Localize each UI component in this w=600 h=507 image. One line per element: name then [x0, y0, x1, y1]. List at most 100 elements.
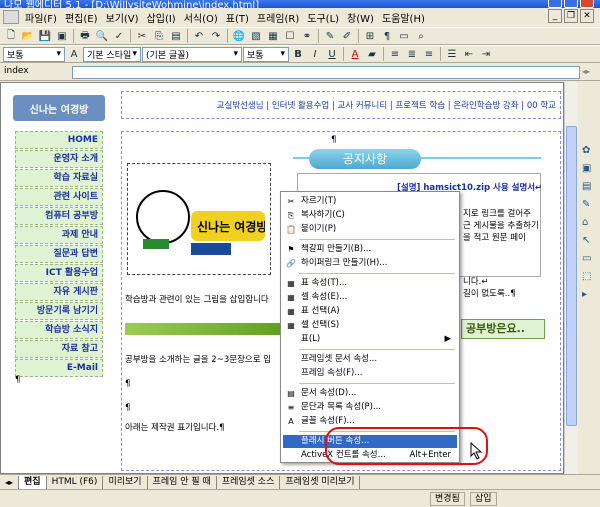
paragraph-style-select[interactable]: 보통 ▾: [3, 46, 65, 62]
font-select[interactable]: (기본 글꼴) ▾: [142, 46, 242, 62]
copy-icon: ⎘: [287, 211, 295, 220]
panel-icons[interactable]: ✿ ▣ ▤ ✎ ⌂ ↖ ▭ ⬚ ▸: [582, 142, 591, 304]
scrollbar-thumb[interactable]: [566, 126, 577, 426]
menu-item-table-select[interactable]: ▦ 표 선택(A): [283, 305, 457, 318]
undo-icon[interactable]: ↶: [191, 29, 207, 43]
print-icon[interactable]: 🖶: [77, 29, 93, 43]
tab-preview[interactable]: 미리보기: [103, 475, 148, 489]
chevron-down-icon: ▾: [132, 49, 137, 59]
link-icon[interactable]: ⚭: [299, 29, 315, 43]
context-menu: ✂ 자르기(T) ⎘ 복사하기(C) 📋 붙이기(P) ⚑ 책갈피 만들기(B)... …: [280, 191, 460, 463]
nav-item-computer[interactable]: 컴퓨터 공부방: [15, 207, 103, 225]
nav-item-guestbook[interactable]: 방문기록 남기기: [15, 302, 103, 320]
menu-item-frameset-props[interactable]: 프레임셋 문서 속성...: [283, 353, 457, 366]
font-size-select[interactable]: 보통 ▾: [243, 46, 289, 62]
menu-file[interactable]: 파일(F): [21, 10, 61, 25]
nav-item-sites[interactable]: 관련 사이트: [15, 188, 103, 206]
globe-icon[interactable]: 🌐: [231, 29, 247, 43]
menu-item-paragraph-props[interactable]: ≡ 문단과 목록 속성(P)...: [283, 401, 457, 414]
menu-item-table-submenu[interactable]: 표(L) ▶: [283, 333, 457, 346]
style-icon[interactable]: A: [66, 47, 82, 61]
underline-button[interactable]: U: [324, 47, 340, 61]
scroll-arrows-icon[interactable]: ◂▸: [582, 67, 598, 79]
text-color-button[interactable]: A: [347, 47, 363, 61]
save-all-icon[interactable]: ▣: [54, 29, 70, 43]
indent-icon[interactable]: ⇥: [478, 47, 494, 61]
menu-item-document-props[interactable]: ▤ 문서 속성(D)...: [283, 387, 457, 400]
menu-table[interactable]: 표(T): [222, 10, 253, 25]
bookmark-icon: ⚑: [287, 245, 295, 254]
menu-edit[interactable]: 편집(E): [61, 10, 102, 25]
menu-window[interactable]: 창(W): [343, 10, 378, 25]
new-file-icon[interactable]: 🗋: [3, 29, 19, 43]
menu-item-cut[interactable]: ✂ 자르기(T): [283, 195, 457, 208]
align-center-icon[interactable]: ≣: [404, 47, 420, 61]
tab-scroll-icon[interactable]: ◂▸: [0, 475, 20, 489]
menu-insert[interactable]: 삽입(I): [143, 10, 180, 25]
menu-item-frame-props[interactable]: 프레임 속성(F)...: [283, 367, 457, 380]
mdi-restore-button[interactable]: ❐: [564, 9, 578, 23]
menu-item-bookmark[interactable]: ⚑ 책갈피 만들기(B)...: [283, 243, 457, 256]
bold-button[interactable]: B: [290, 47, 306, 61]
nav-item-reference[interactable]: 자료 참고: [15, 340, 103, 358]
redo-icon[interactable]: ↷: [208, 29, 224, 43]
highlight-icon[interactable]: ▰: [364, 47, 380, 61]
mdi-close-button[interactable]: ✕: [580, 9, 594, 23]
outdent-icon[interactable]: ⇤: [461, 47, 477, 61]
image-icon[interactable]: ▧: [248, 29, 264, 43]
menu-format[interactable]: 서식(O): [180, 10, 222, 25]
italic-button[interactable]: I: [307, 47, 323, 61]
nav-item-board[interactable]: 자유 게시판: [15, 283, 103, 301]
spellcheck-icon[interactable]: ✓: [111, 29, 127, 43]
nav-item-homework[interactable]: 과제 안내: [15, 226, 103, 244]
zoom-icon[interactable]: ⌕: [413, 29, 429, 43]
tab-edit[interactable]: 편집: [19, 475, 47, 489]
brush-icon[interactable]: ✎: [322, 29, 338, 43]
mdi-minimize-button[interactable]: _: [548, 9, 562, 23]
tab-frameset-source[interactable]: 프레임셋 소스: [217, 475, 281, 489]
close-button[interactable]: [580, 0, 594, 8]
form-icon[interactable]: ☐: [282, 29, 298, 43]
align-right-icon[interactable]: ≡: [421, 47, 437, 61]
nav-item-admin[interactable]: 운영자 소개: [15, 150, 103, 168]
menu-item-copy[interactable]: ⎘ 복사하기(C): [283, 209, 457, 222]
menu-item-table-props[interactable]: ▦ 표 속성(T)...: [283, 277, 457, 290]
table-icon[interactable]: ▦: [265, 29, 281, 43]
font-style-select[interactable]: 기본 스타일 ▾: [83, 46, 141, 62]
nav-item-email[interactable]: E-Mail: [15, 359, 103, 377]
menu-tools[interactable]: 도구(L): [303, 10, 343, 25]
minimize-button[interactable]: [548, 0, 562, 8]
copy-icon[interactable]: ⎘: [151, 29, 167, 43]
nav-item-resources[interactable]: 학습 자료실: [15, 169, 103, 187]
grid-icon[interactable]: ⊞: [362, 29, 378, 43]
tab-frame[interactable]: 프레임 안 필 때: [148, 475, 217, 489]
maximize-button[interactable]: [564, 0, 578, 8]
menu-item-cell-select[interactable]: ▦ 셀 선택(S): [283, 319, 457, 332]
open-folder-icon[interactable]: 📂: [20, 29, 36, 43]
align-left-icon[interactable]: ≡: [387, 47, 403, 61]
paragraph-mark-icon[interactable]: ¶: [379, 29, 395, 43]
document-icon[interactable]: [3, 10, 19, 24]
menu-help[interactable]: 도움말(H): [378, 10, 429, 25]
nav-item-ict[interactable]: ICT 활용수업: [15, 264, 103, 282]
menu-view[interactable]: 보기(V): [102, 10, 143, 25]
preview-icon[interactable]: 🔍: [94, 29, 110, 43]
list-icon[interactable]: ☰: [444, 47, 460, 61]
menu-frame[interactable]: 프레임(R): [253, 10, 303, 25]
cut-icon[interactable]: ✂: [134, 29, 150, 43]
pencil-icon[interactable]: ✐: [339, 29, 355, 43]
vertical-scrollbar[interactable]: [564, 82, 578, 474]
save-icon[interactable]: 💾: [37, 29, 53, 43]
nav-item-news[interactable]: 학습방 소식지: [15, 321, 103, 339]
menu-item-paste[interactable]: 📋 붙이기(P): [283, 223, 457, 236]
menu-item-cell-props[interactable]: ▦ 셀 속성(E)...: [283, 291, 457, 304]
top-navigation[interactable]: 교실밖선생님 | 인터넷 활용수업 | 교사 커뮤니티 | 프로젝트 학습 | …: [121, 91, 561, 119]
address-input[interactable]: [72, 66, 580, 79]
layer-icon[interactable]: ▭: [396, 29, 412, 43]
nav-item-home[interactable]: HOME: [15, 131, 103, 149]
tab-frameset-preview[interactable]: 프레임셋 미리보기: [280, 475, 361, 489]
nav-item-qna[interactable]: 질문과 답변: [15, 245, 103, 263]
paste-icon[interactable]: ▤: [168, 29, 184, 43]
menu-item-hyperlink[interactable]: 🔗 하이퍼링크 만들기(H)...: [283, 257, 457, 270]
tab-html[interactable]: HTML (F6): [47, 475, 104, 489]
